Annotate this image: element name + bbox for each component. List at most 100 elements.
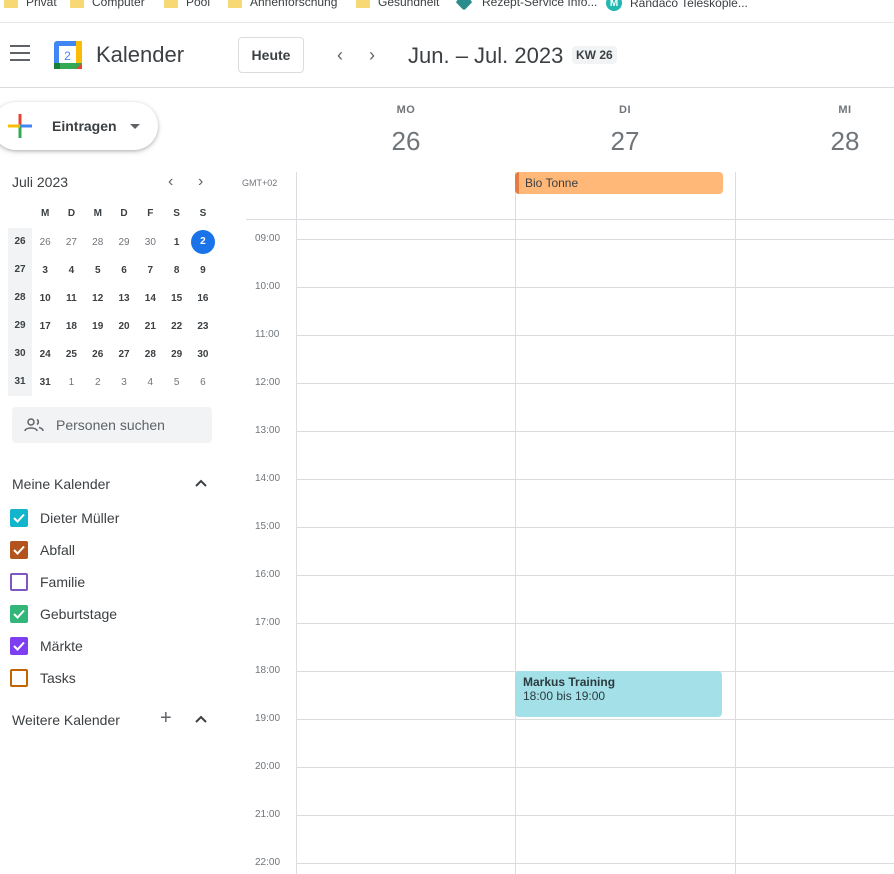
calendar-item-geburtstage[interactable]: Geburtstage [10, 604, 117, 624]
mini-day[interactable]: 24 [32, 349, 58, 360]
chevron-right-icon[interactable]: › [362, 45, 382, 65]
my-calendars-title[interactable]: Meine Kalender [12, 476, 110, 492]
mini-prev-icon[interactable]: ‹ [168, 173, 173, 191]
hour-line [296, 431, 894, 432]
other-calendars-title[interactable]: Weitere Kalender [12, 712, 120, 728]
mini-day[interactable]: 14 [137, 293, 163, 304]
checkbox-unchecked-icon[interactable] [10, 669, 28, 687]
mini-day[interactable]: 22 [163, 321, 189, 332]
week-number[interactable]: 28 [8, 284, 32, 312]
mini-day[interactable]: 29 [163, 349, 189, 360]
week-number[interactable]: 26 [8, 228, 32, 256]
mini-day-today[interactable]: 2 [190, 230, 216, 254]
checkbox-unchecked-icon[interactable] [10, 573, 28, 591]
bookmark-gesundheit[interactable]: Gesundheit [356, 0, 439, 9]
m-logo-icon: M [606, 0, 622, 11]
bookmark-rezept[interactable]: Rezept-Service Info... [455, 0, 597, 11]
create-button[interactable]: Eintragen [0, 102, 158, 150]
bookmark-pool[interactable]: Pool [164, 0, 210, 9]
day-header-mi[interactable]: MI 28 [805, 104, 885, 157]
mini-day[interactable]: 18 [58, 321, 84, 332]
mini-day[interactable]: 12 [85, 293, 111, 304]
calendar-item-familie[interactable]: Familie [10, 572, 85, 592]
mini-day[interactable]: 26 [85, 349, 111, 360]
mini-day[interactable]: 10 [32, 293, 58, 304]
calendar-item-dieter[interactable]: Dieter Müller [10, 508, 119, 528]
bookmark-computer[interactable]: Computer [70, 0, 145, 9]
day-header-mo[interactable]: MO 26 [366, 104, 446, 157]
people-search-input[interactable]: Personen suchen [12, 407, 212, 443]
checkbox-checked-icon[interactable] [10, 509, 28, 527]
mini-day[interactable]: 2 [85, 377, 111, 388]
week-number[interactable]: 31 [8, 368, 32, 396]
chevron-up-icon[interactable] [194, 476, 208, 490]
mini-day[interactable]: 16 [190, 293, 216, 304]
mini-day[interactable]: 8 [163, 265, 189, 276]
mini-day[interactable]: 1 [58, 377, 84, 388]
week-number[interactable]: 30 [8, 340, 32, 368]
checkbox-checked-icon[interactable] [10, 541, 28, 559]
bookmark-privat[interactable]: Privat [4, 0, 57, 9]
mini-day[interactable]: 6 [111, 265, 137, 276]
timezone-label: GMT+02 [242, 178, 278, 188]
folder-icon [164, 0, 178, 8]
chevron-left-icon[interactable]: ‹ [330, 45, 350, 65]
mini-day[interactable]: 29 [111, 237, 137, 248]
hour-label: 17:00 [255, 617, 281, 628]
mini-day[interactable]: 4 [58, 265, 84, 276]
main-menu-icon[interactable] [10, 45, 30, 61]
calendar-item-maerkte[interactable]: Märkte [10, 636, 83, 656]
event-markus-training[interactable]: Markus Training 18:00 bis 19:00 [515, 671, 722, 717]
mini-day[interactable]: 7 [137, 265, 163, 276]
week-number[interactable]: 29 [8, 312, 32, 340]
grid-vline [735, 172, 736, 874]
mini-day[interactable]: 11 [58, 293, 84, 304]
hour-label: 16:00 [255, 569, 281, 580]
calendar-item-tasks[interactable]: Tasks [10, 668, 76, 688]
mini-day[interactable]: 1 [163, 237, 189, 248]
checkbox-checked-icon[interactable] [10, 605, 28, 623]
add-calendar-icon[interactable]: + [160, 708, 172, 728]
mini-day[interactable]: 13 [111, 293, 137, 304]
bookmark-randaco[interactable]: M Randaco Teleskople... [606, 0, 748, 11]
today-button[interactable]: Heute [238, 37, 304, 73]
week-number[interactable]: 27 [8, 256, 32, 284]
mini-day[interactable]: 23 [190, 321, 216, 332]
mini-day[interactable]: 6 [190, 377, 216, 388]
mini-day[interactable]: 20 [111, 321, 137, 332]
mini-day[interactable]: 17 [32, 321, 58, 332]
mini-day[interactable]: 9 [190, 265, 216, 276]
mini-day[interactable]: 27 [58, 237, 84, 248]
mini-day[interactable]: 5 [163, 377, 189, 388]
hour-line [296, 239, 894, 240]
chevron-up-icon[interactable] [194, 712, 208, 726]
day-header-di[interactable]: DI 27 [585, 104, 665, 157]
hour-line [296, 863, 894, 864]
mini-day[interactable]: 27 [111, 349, 137, 360]
mini-day[interactable]: 5 [85, 265, 111, 276]
mini-next-icon[interactable]: › [198, 173, 203, 191]
calendar-item-abfall[interactable]: Abfall [10, 540, 75, 560]
grid-vline [296, 172, 297, 874]
mini-day[interactable]: 15 [163, 293, 189, 304]
mini-day[interactable]: 26 [32, 237, 58, 248]
mini-day[interactable]: 21 [137, 321, 163, 332]
hour-label: 18:00 [255, 665, 281, 676]
mini-day[interactable]: 4 [137, 377, 163, 388]
allday-separator [246, 219, 894, 220]
checkbox-checked-icon[interactable] [10, 637, 28, 655]
mini-day[interactable]: 28 [85, 237, 111, 248]
hour-label: 13:00 [255, 425, 281, 436]
mini-day[interactable]: 3 [111, 377, 137, 388]
mini-day[interactable]: 30 [190, 349, 216, 360]
mini-day[interactable]: 19 [85, 321, 111, 332]
mini-day[interactable]: 3 [32, 265, 58, 276]
mini-day[interactable]: 30 [137, 237, 163, 248]
event-bio-tonne[interactable]: Bio Tonne [515, 172, 723, 194]
mini-calendar-title: Juli 2023 [12, 174, 69, 190]
mini-day[interactable]: 31 [32, 377, 58, 388]
mini-day[interactable]: 25 [58, 349, 84, 360]
bookmark-ahnenforschung[interactable]: Ahnenforschung [228, 0, 337, 9]
mini-day[interactable]: 28 [137, 349, 163, 360]
weekday-head: S [173, 208, 180, 219]
